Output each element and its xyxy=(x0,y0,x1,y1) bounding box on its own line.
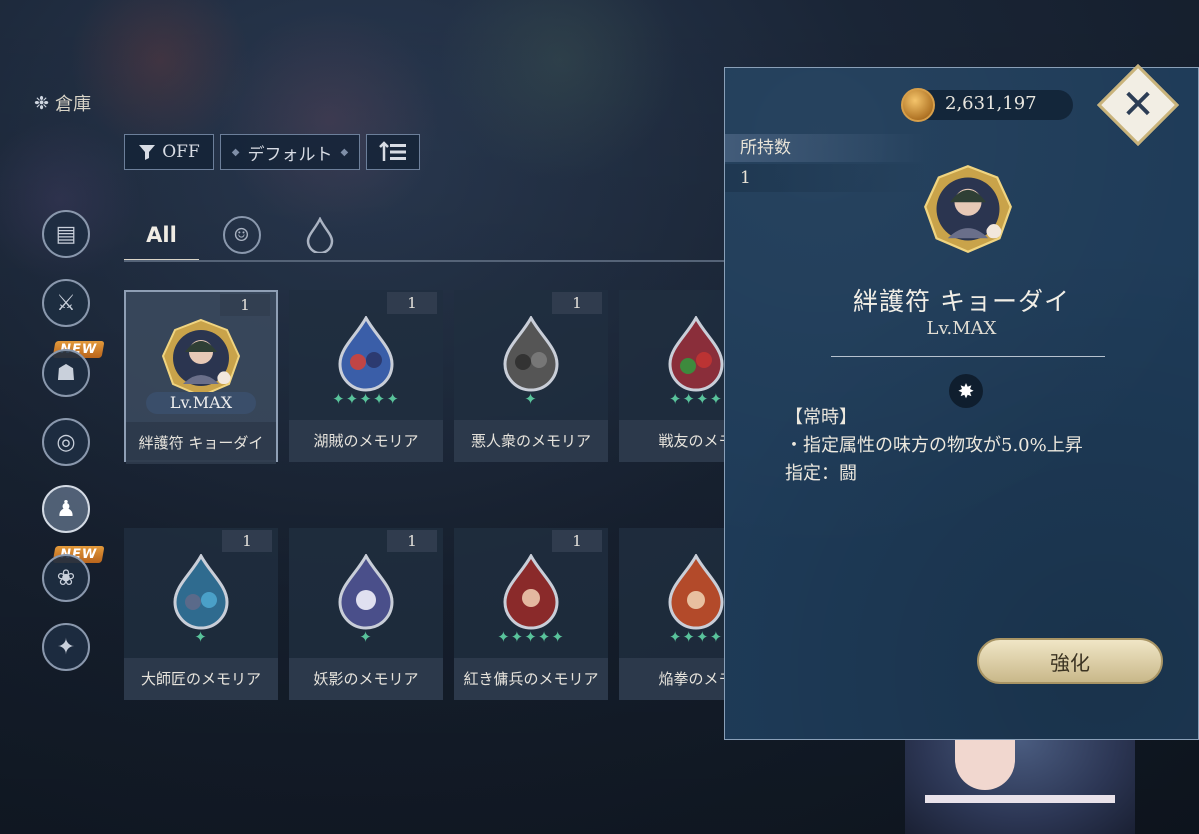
item-count: 1 xyxy=(387,530,437,552)
item-name: 紅き傭兵のメモリア xyxy=(454,658,608,700)
memoria-gem-icon xyxy=(668,554,724,630)
skill-desc-line: 【常時】 xyxy=(785,407,857,428)
item-card[interactable]: 1 ✦✦✦✦✦ 紅き傭兵のメモリア xyxy=(454,528,608,700)
item-count: 1 xyxy=(552,530,602,552)
item-name: 大師匠のメモリア xyxy=(124,658,278,700)
memoria-gem-icon xyxy=(338,554,394,630)
diamond-icon: ◆ xyxy=(231,146,240,158)
character-art xyxy=(905,740,1135,834)
tab-all[interactable]: All xyxy=(124,210,199,262)
nav-armor-button[interactable]: ☗ xyxy=(42,349,90,397)
character-ruffle xyxy=(925,795,1115,803)
key-icon: ✦ xyxy=(56,634,76,660)
chest-icon: ▤ xyxy=(55,221,77,247)
item-card[interactable]: 1 Lv.MAX 絆護符 キョーダイ xyxy=(124,290,278,464)
item-count: 1 xyxy=(387,292,437,314)
item-name: 妖影のメモリア xyxy=(289,658,443,700)
close-icon[interactable]: ✕ xyxy=(1109,76,1167,134)
item-level-pill: Lv.MAX xyxy=(146,392,256,414)
sword-icon: ⚔ xyxy=(56,290,76,316)
skill-desc-line: ・指定属性の味方の物攻が5.0%上昇 xyxy=(785,435,1083,456)
nav-key-button[interactable]: ✦ xyxy=(42,623,90,671)
memoria-gem-icon xyxy=(338,316,394,392)
owned-label: 所持数 xyxy=(725,134,925,162)
screen-title-label: 倉庫 xyxy=(55,94,92,115)
item-card[interactable]: 1 ✦ 妖影のメモリア xyxy=(289,528,443,700)
enhance-label: 強化 xyxy=(1050,650,1090,675)
item-title: 絆護符 キョーダイ xyxy=(853,287,1070,316)
memoria-gem-icon xyxy=(503,316,559,392)
ring-icon: ◎ xyxy=(56,429,76,455)
nav-ring-button[interactable]: ◎ xyxy=(42,418,90,466)
divider xyxy=(831,356,1105,357)
item-grid: 1 Lv.MAX 絆護符 キョーダイ 1 ✦✦✦✦✦ 湖賊のメモリア 1 ✦ 悪… xyxy=(124,290,724,700)
owned-value: 1 xyxy=(725,164,925,192)
rarity-stars: ✦✦✦✦ xyxy=(668,390,724,408)
coin-icon xyxy=(901,88,935,122)
nav-memoria-button[interactable]: ♟ xyxy=(42,485,90,533)
category-tabs: All ☺ xyxy=(124,210,724,262)
sort-button[interactable]: ◆ デフォルト ◆ xyxy=(220,134,360,170)
enhance-button[interactable]: 強化 xyxy=(977,638,1163,684)
tab-divider xyxy=(124,260,724,262)
sort-order-icon xyxy=(379,141,406,161)
filter-button[interactable]: OFF xyxy=(124,134,214,170)
item-card[interactable]: 1 ✦ 悪人衆のメモリア xyxy=(454,290,608,462)
diamond-icon: ◆ xyxy=(340,146,349,158)
skill-description: 【常時】 ・指定属性の味方の物攻が5.0%上昇 指定：闘 xyxy=(785,404,1083,488)
filter-icon xyxy=(139,145,156,160)
rarity-stars: ✦✦✦✦✦ xyxy=(497,628,565,646)
rarity-stars: ✦✦✦✦ xyxy=(668,628,724,646)
filter-label: OFF xyxy=(162,142,200,162)
rarity-stars: ✦ xyxy=(194,628,208,646)
item-name: 絆護符 キョーダイ xyxy=(126,422,276,464)
item-count: 1 xyxy=(222,530,272,552)
item-level: Lv.MAX xyxy=(926,318,997,339)
armor-icon: ☗ xyxy=(56,360,76,386)
item-name: 悪人衆のメモリア xyxy=(454,420,608,462)
item-name: 湖賊のメモリア xyxy=(289,420,443,462)
skill-burst-icon: ✸ xyxy=(949,374,983,408)
nav-weapon-button[interactable]: ⚔ xyxy=(42,279,90,327)
item-name: 戦友のメモ xyxy=(619,420,724,462)
memoria-gem-icon xyxy=(503,554,559,630)
item-name: 焔拳のメモ xyxy=(619,658,724,700)
rarity-stars: ✦✦✦✦✦ xyxy=(332,390,400,408)
item-card[interactable]: ✦✦✦✦ 焔拳のメモ xyxy=(619,528,724,700)
item-card[interactable]: 1 ✦✦✦✦✦ 湖賊のメモリア xyxy=(289,290,443,462)
item-count: 1 xyxy=(220,294,270,316)
skill-desc-line: 指定：闘 xyxy=(785,463,857,484)
emblem-portrait-icon xyxy=(161,318,241,398)
memoria-gem-icon xyxy=(173,554,229,630)
item-card[interactable]: 1 ✦ 大師匠のメモリア xyxy=(124,528,278,700)
detail-panel: 2,631,197 ✕ 所持数 1 絆護符 キョーダイ Lv.MAX ✸ 【常時… xyxy=(724,63,1199,740)
toolbar: OFF ◆ デフォルト ◆ xyxy=(124,134,420,170)
nav-gift-button[interactable]: ❀ xyxy=(42,554,90,602)
rarity-stars: ✦ xyxy=(524,390,538,408)
sort-label: デフォルト xyxy=(247,144,333,165)
tab-memoria[interactable] xyxy=(282,210,357,260)
memoria-gem-icon xyxy=(668,316,724,392)
tab-emblem[interactable]: ☺ xyxy=(204,210,279,260)
rarity-stars: ✦ xyxy=(359,628,373,646)
item-count: 1 xyxy=(552,292,602,314)
snowflake-icon: ❉ xyxy=(34,92,50,114)
teardrop-icon xyxy=(306,217,333,253)
coin-amount: 2,631,197 xyxy=(945,93,1037,114)
nav-chest-button[interactable]: ▤ xyxy=(42,210,90,258)
gift-icon: ❀ xyxy=(56,565,76,591)
item-card[interactable]: ✦✦✦✦ 戦友のメモ xyxy=(619,290,724,462)
screen-title: ❉ 倉庫 xyxy=(34,90,91,116)
emblem-portrait-icon xyxy=(924,165,1012,253)
sort-order-button[interactable] xyxy=(366,134,420,170)
character-hands xyxy=(955,740,1015,790)
memoria-icon: ♟ xyxy=(56,496,76,522)
emblem-icon: ☺ xyxy=(222,216,261,254)
